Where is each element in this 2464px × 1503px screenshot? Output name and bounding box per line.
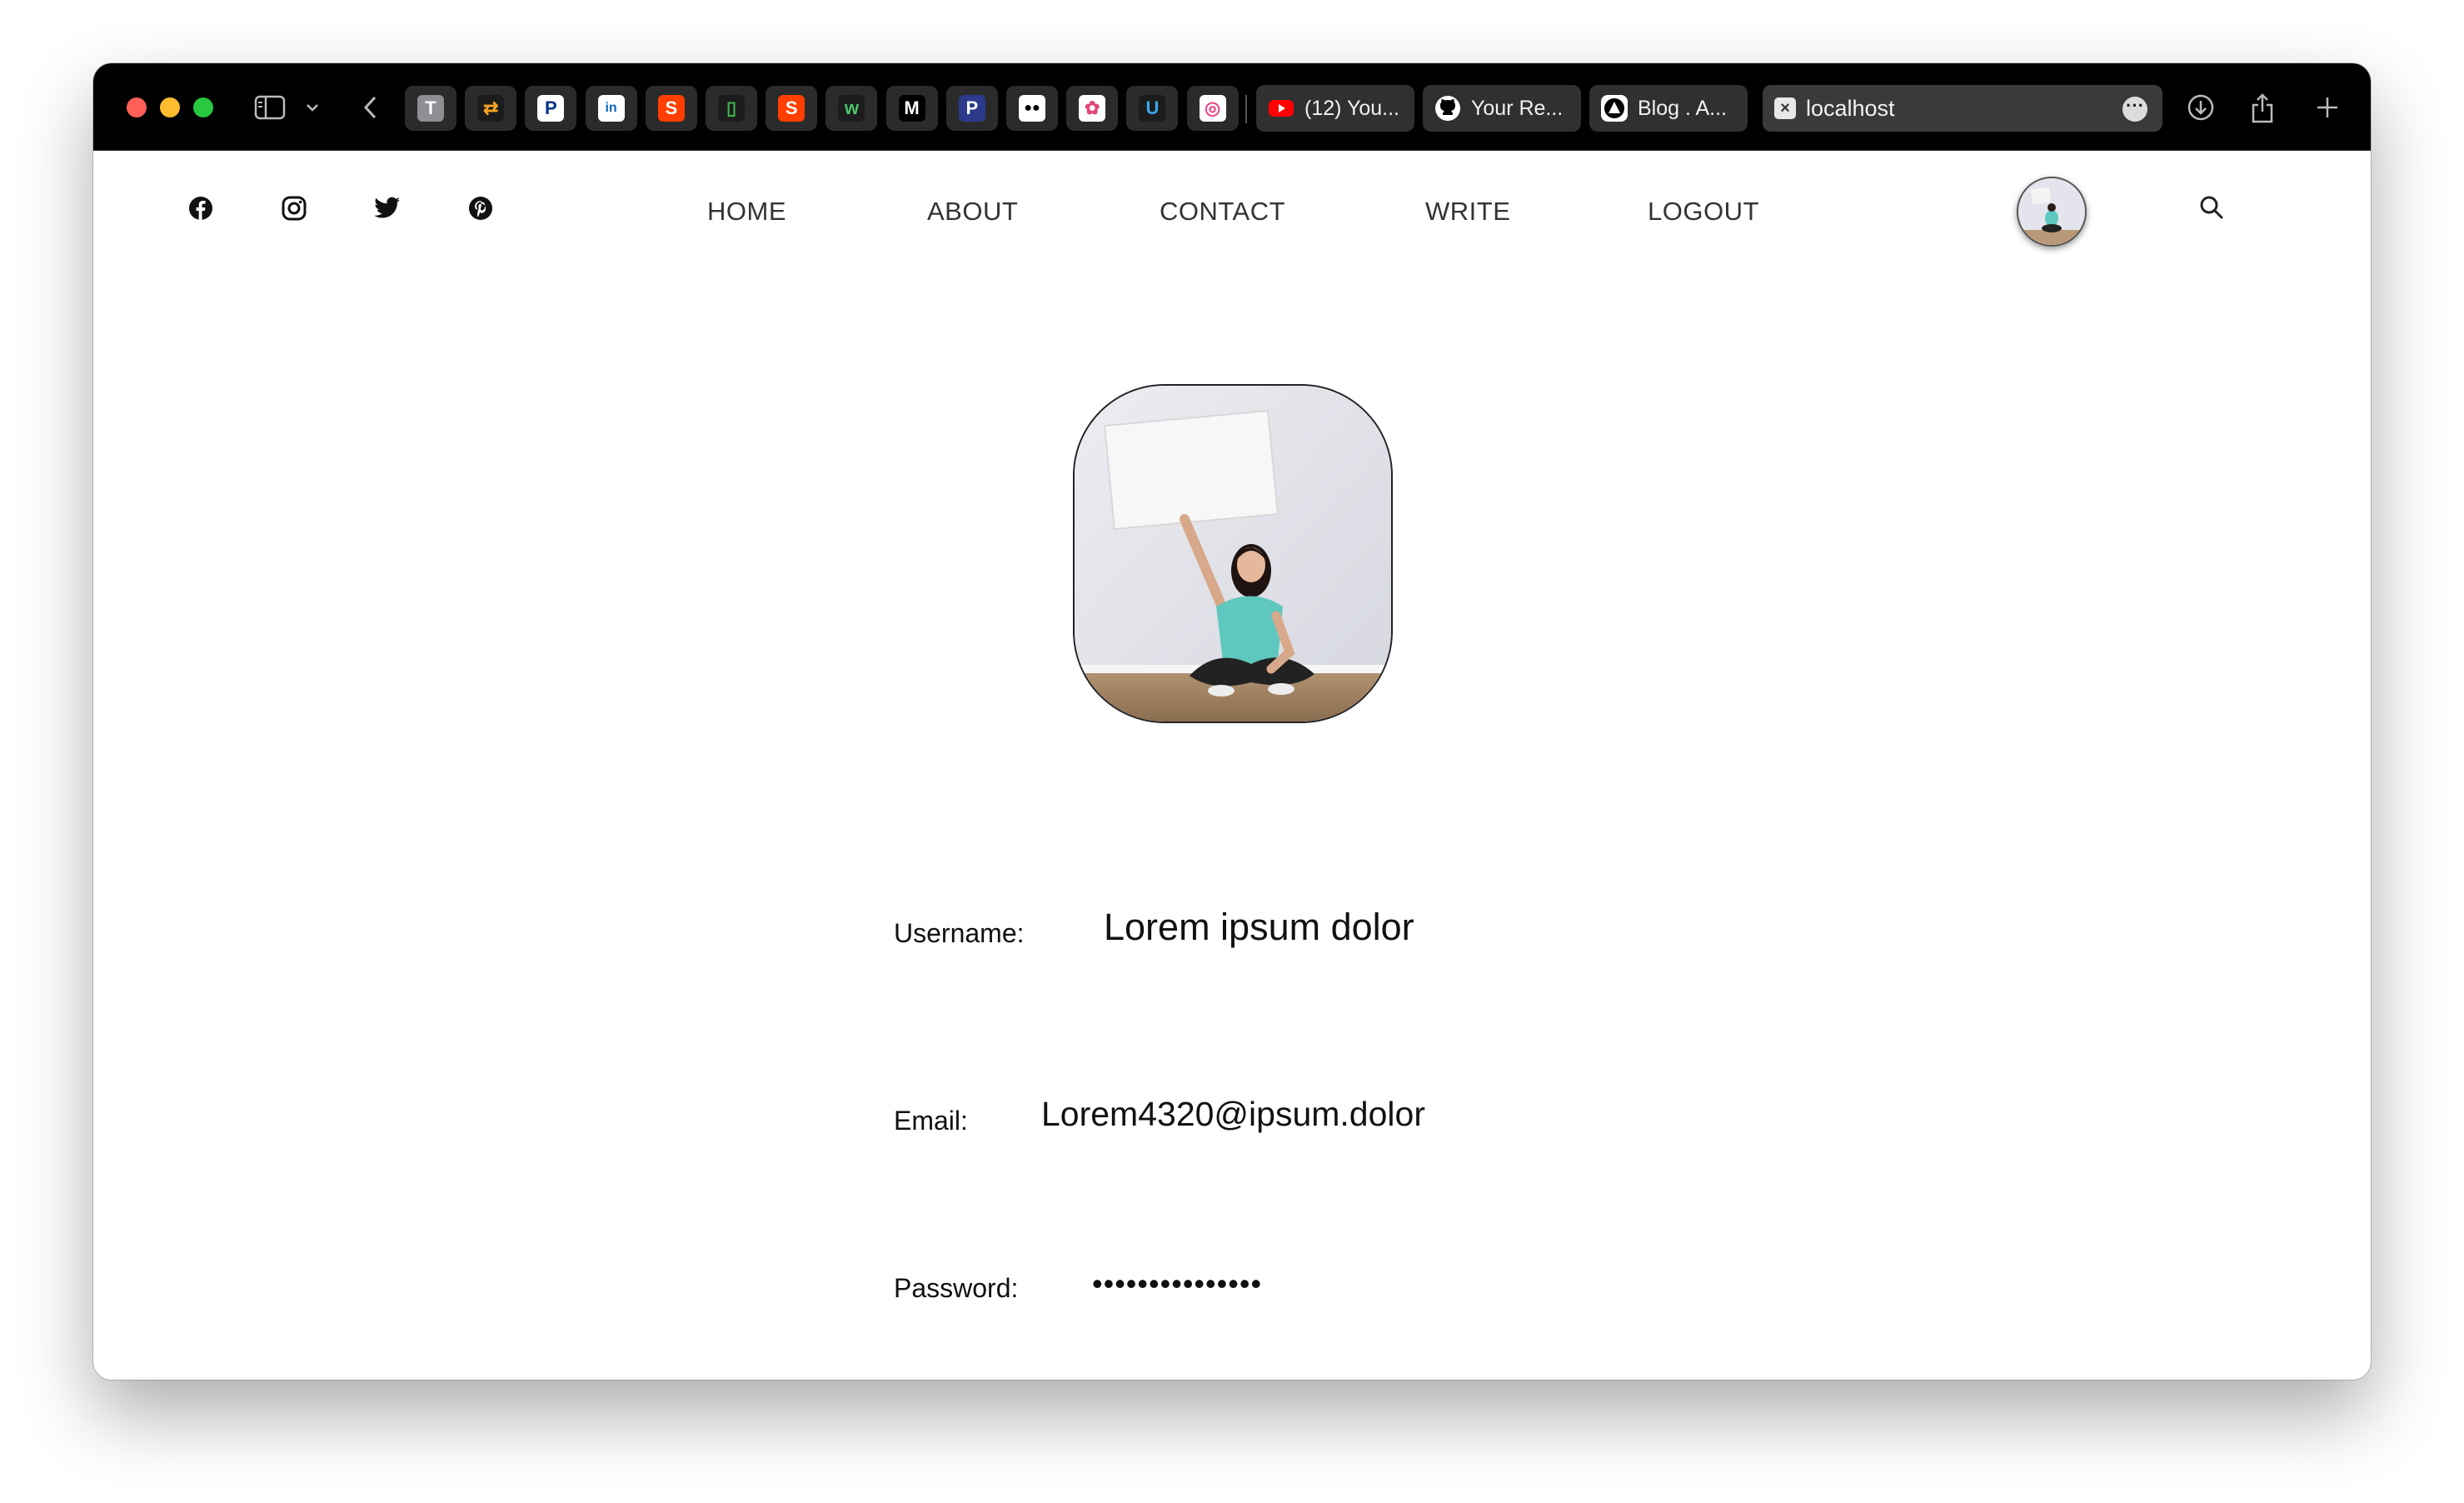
webflow-icon: w (838, 95, 865, 122)
download-icon[interactable] (2186, 87, 2216, 128)
pinned-tab-green-app[interactable]: ▯ (706, 86, 757, 131)
tab-youtube[interactable]: (12) You... (1256, 85, 1414, 132)
pinned-tab-linkedin[interactable]: in (585, 86, 637, 131)
search-icon[interactable] (2197, 193, 2226, 222)
chevron-down-icon[interactable] (303, 87, 322, 128)
more-options-icon[interactable]: ··· (2122, 97, 2147, 122)
tab-divider (1245, 95, 1247, 123)
nav-about-link[interactable]: ABOUT (927, 197, 1018, 227)
password-label: Password: (894, 1273, 1019, 1303)
nav-logout-link[interactable]: LOGOUT (1648, 197, 1759, 227)
youtube-icon (1268, 95, 1294, 122)
tab-blog-title: Blog . A... (1638, 96, 1728, 120)
tab-localhost-title: localhost (1806, 95, 1895, 121)
nav-avatar[interactable] (2017, 177, 2087, 247)
close-window-button[interactable] (127, 97, 147, 117)
pinned-tab-svelte-2[interactable]: S (766, 86, 818, 131)
share-icon[interactable] (2247, 87, 2277, 128)
email-value: Lorem4320@ipsum.dolor (1041, 1095, 1425, 1133)
sidebar-toggle-icon[interactable] (252, 87, 288, 128)
paypal-icon: P (537, 95, 565, 122)
transfer-app-icon: ⇄ (477, 95, 505, 122)
email-label: Email: (894, 1106, 968, 1136)
pinned-tab-colorful-app[interactable]: ✿ (1066, 86, 1119, 131)
tab-youtube-title: (12) You... (1304, 96, 1399, 120)
tab-github[interactable]: Your Re... (1423, 85, 1581, 132)
password-value: ••••••••••••••• (1092, 1266, 1263, 1301)
tab-localhost[interactable]: × localhost ··· (1763, 85, 2162, 132)
pinned-tab-webflow[interactable]: w (825, 86, 878, 131)
pinned-tab-dribbble[interactable]: ◎ (1186, 86, 1239, 131)
close-square-icon[interactable]: × (1774, 97, 1796, 119)
blog-a-icon (1601, 95, 1628, 122)
new-tab-icon[interactable] (2312, 87, 2342, 128)
svelte-2-icon: S (778, 95, 806, 122)
pinned-tab-p-blue[interactable]: P (945, 86, 998, 131)
nav-home-link[interactable]: HOME (707, 197, 786, 227)
pinned-tab-u-app[interactable]: U (1126, 86, 1179, 131)
pinned-tab-t-app[interactable]: T (405, 86, 456, 131)
nav-write-link[interactable]: WRITE (1425, 197, 1510, 227)
dribbble-icon: ◎ (1199, 95, 1226, 122)
github-icon (1434, 95, 1461, 122)
green-app-icon: ▯ (718, 95, 745, 122)
pinned-tab-svelte-1[interactable]: S (645, 86, 697, 131)
browser-window: T ⇄ Pin S ▯ Sw M P ●● ✿ U ◎ (12) You... Your Re... … (93, 63, 2371, 1380)
tab-github-title: Your Re... (1471, 96, 1564, 120)
colorful-app-icon: ✿ (1079, 95, 1106, 122)
back-arrow-icon[interactable] (358, 87, 383, 128)
zoom-window-button[interactable] (193, 97, 213, 117)
pinned-tab-transfer-app[interactable]: ⇄ (465, 86, 517, 131)
twitter-icon[interactable] (373, 194, 402, 222)
minimize-window-button[interactable] (160, 97, 180, 117)
username-label: Username: (894, 918, 1025, 948)
nav-contact-link[interactable]: CONTACT (1160, 197, 1285, 227)
site-header: HOME ABOUT CONTACT WRITE LOGOUT (93, 150, 2371, 250)
facebook-icon[interactable] (187, 194, 215, 222)
medium-m-icon: M (898, 95, 925, 122)
pinned-tab-paypal[interactable]: P (525, 86, 577, 131)
linkedin-icon: in (597, 95, 625, 122)
username-value: Lorem ipsum dolor (1104, 906, 1414, 948)
profile-picture[interactable] (1073, 384, 1393, 723)
svelte-1-icon: S (657, 95, 685, 122)
pinned-tab-medium-m[interactable]: M (885, 86, 938, 131)
tab-blog[interactable]: Blog . A... (1589, 85, 1748, 132)
instagram-icon[interactable] (280, 194, 308, 222)
pinned-tab-medium-dots[interactable]: ●● (1006, 86, 1058, 131)
medium-dots-icon: ●● (1019, 95, 1045, 122)
u-app-icon: U (1139, 95, 1166, 122)
pinterest-icon[interactable] (466, 194, 495, 222)
browser-toolbar: T ⇄ Pin S ▯ Sw M P ●● ✿ U ◎ (12) You... Your Re... … (93, 63, 2371, 151)
t-app-icon: T (417, 95, 444, 122)
p-blue-icon: P (958, 95, 985, 122)
